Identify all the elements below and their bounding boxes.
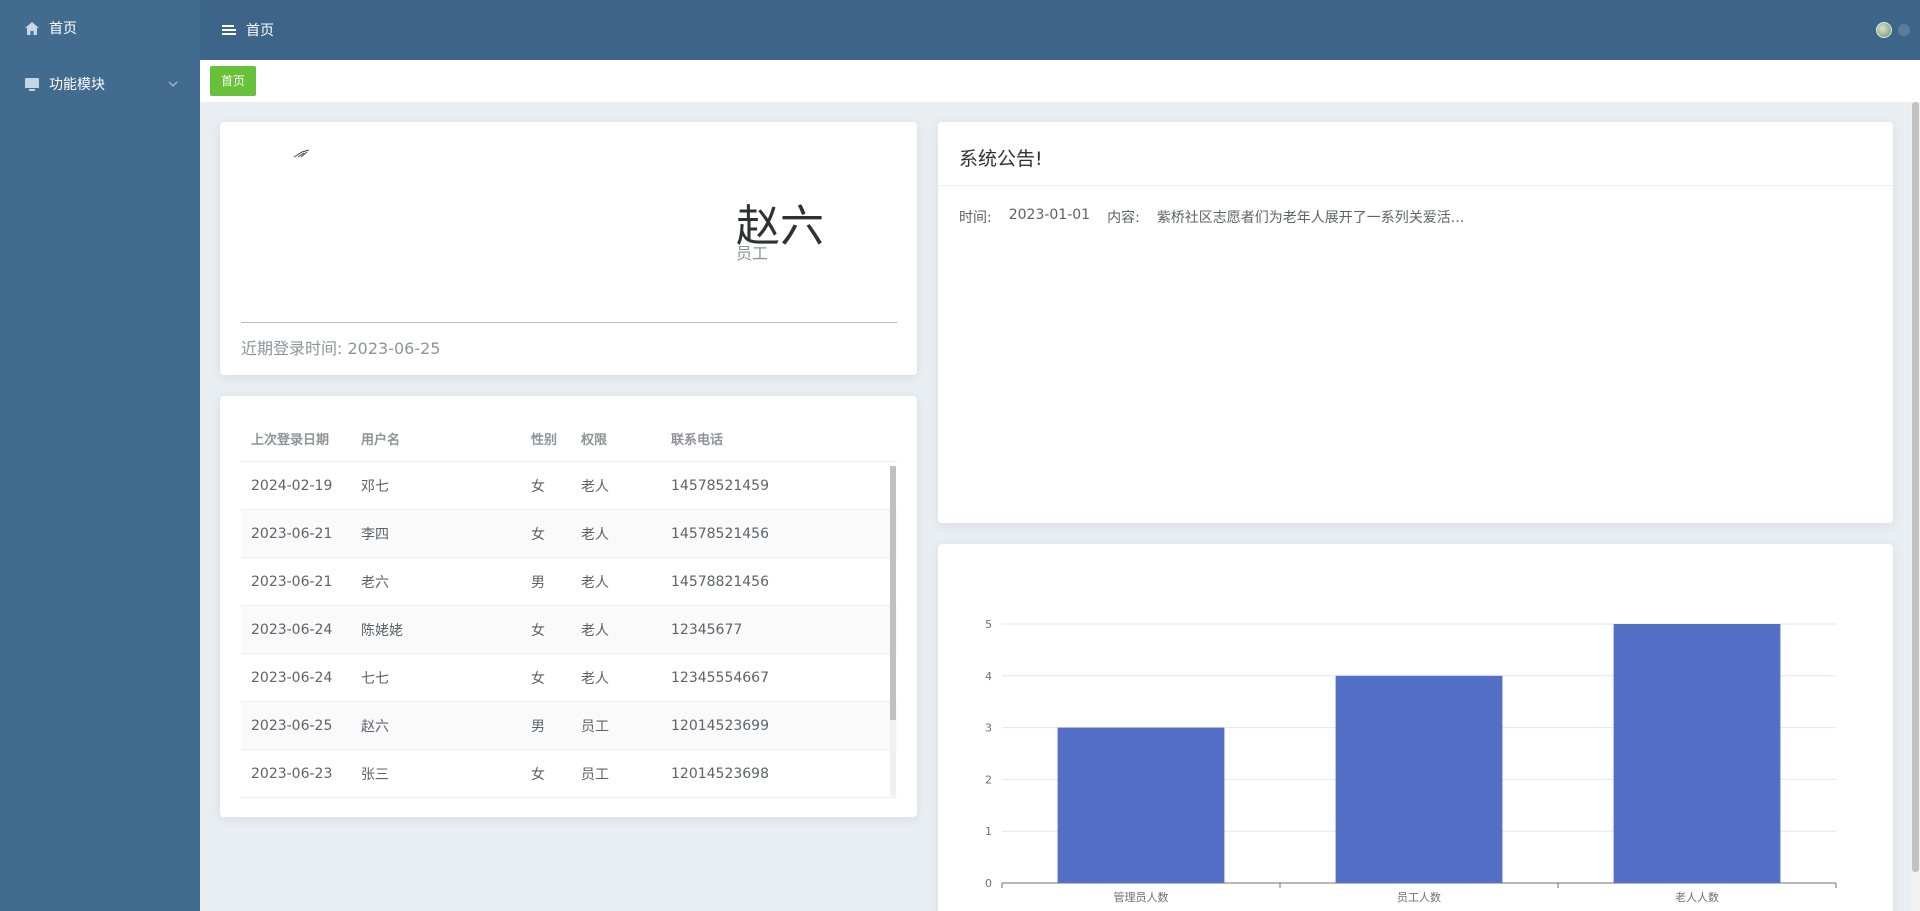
table-row[interactable]: 2023-06-21 李四 女 老人 14578521456 — [241, 510, 897, 558]
notice-content: 紫桥社区志愿者们为老年人展开了一系列关爱活... — [1156, 210, 1465, 226]
user-role: 员工 — [736, 244, 769, 263]
table-cell: 李四 — [361, 526, 389, 543]
user-menu-icon[interactable] — [1898, 24, 1910, 36]
table-cell: 张三 — [361, 766, 389, 783]
table-cell: 员工 — [581, 718, 609, 735]
table-cell: 2023-06-21 — [251, 525, 333, 542]
home-icon — [24, 20, 40, 36]
bar — [1335, 675, 1503, 883]
table-row[interactable]: 2023-06-24 七七 女 老人 12345554667 — [241, 654, 897, 702]
table-cell: 老人 — [581, 670, 609, 687]
column-header: 性别 — [531, 433, 558, 448]
table-cell: 老人 — [581, 574, 609, 591]
table-cell: 2023-06-24 — [251, 669, 333, 686]
table-cell: 女 — [531, 478, 545, 495]
notice-title: 系统公告! — [959, 148, 1043, 170]
table-cell: 2023-06-25 — [251, 717, 333, 734]
table-cell: 女 — [531, 670, 545, 687]
table-cell: 七七 — [361, 670, 389, 687]
table-header-row: 上次登录日期 用户名 性别 权限 联系电话 — [241, 416, 897, 462]
table-cell: 老六 — [361, 574, 389, 591]
sidebar-item-modules[interactable]: 功能模块 — [0, 56, 200, 112]
y-tick-label: 0 — [985, 877, 992, 890]
table-cell: 陈姥姥 — [361, 622, 403, 639]
table-cell: 2024-02-19 — [251, 477, 333, 494]
x-tick-label: 管理员人数 — [1114, 890, 1169, 904]
notice-item[interactable]: 时间: 2023-01-01 内容: 紫桥社区志愿者们为老年人展开了一系列关爱活… — [959, 207, 1481, 227]
table-cell: 老人 — [581, 526, 609, 543]
table-cell: 14578521456 — [671, 525, 769, 542]
last-login-time: 近期登录时间: 2023-06-25 — [241, 339, 441, 358]
y-tick-label: 1 — [985, 825, 992, 838]
chevron-down-icon — [168, 79, 178, 90]
sidebar-item-label: 首页 — [49, 21, 77, 37]
notice-time: 2023-01-01 — [1008, 207, 1091, 223]
bar-chart: 0 1 2 3 4 5 管理员人数 员工人数 老人人数 — [985, 618, 1837, 904]
table-cell: 12014523699 — [671, 717, 769, 734]
x-tick-label: 老人人数 — [1675, 891, 1719, 904]
table-cell: 14578521459 — [671, 477, 769, 494]
column-header: 权限 — [581, 433, 608, 448]
notice-card: 系统公告! 时间: 2023-01-01 内容: 紫桥社区志愿者们为老年人展开了… — [938, 122, 1893, 523]
table-row[interactable]: 2023-06-21 老六 男 老人 14578821456 — [241, 558, 897, 606]
column-header: 用户名 — [361, 433, 401, 448]
table-cell: 老人 — [581, 478, 609, 495]
sidebar-item-home[interactable]: 首页 — [0, 0, 200, 56]
table-cell: 2023-06-21 — [251, 573, 333, 590]
table-cell: 12345677 — [671, 621, 743, 638]
table-cell: 男 — [531, 718, 545, 735]
bar — [1613, 624, 1781, 883]
table-cell: 男 — [531, 574, 545, 591]
sidebar: 首页 功能模块 — [0, 0, 200, 911]
table-scrollbar[interactable] — [890, 466, 896, 796]
users-table-card: 上次登录日期 用户名 性别 权限 联系电话 2024-02-19 邓七女老人 145… — [220, 396, 917, 817]
table-row[interactable]: 2024-02-19 邓七 女 老人 14578521459 — [241, 462, 897, 510]
y-tick-label: 4 — [985, 670, 992, 683]
x-tick-label: 员工人数 — [1397, 891, 1441, 904]
table-row[interactable]: 2023-06-23 张三 女 员工 12014523698 — [241, 750, 897, 798]
page-scrollbar[interactable] — [1911, 102, 1920, 911]
table-row[interactable]: 2023-06-24 陈姥姥 女 老人 12345677 — [241, 606, 897, 654]
users-table: 上次登录日期 用户名 性别 权限 联系电话 2024-02-19 邓七女老人 145… — [241, 416, 897, 798]
column-header: 联系电话 — [671, 433, 724, 448]
profile-card: 赵六 员工 近期登录时间: 2023-06-25 — [220, 122, 917, 375]
table-cell: 女 — [531, 766, 545, 783]
divider — [241, 322, 897, 323]
notice-time-label: 时间: — [959, 210, 992, 226]
tabs-bar: 首页 — [200, 60, 1920, 102]
tab-home[interactable]: 首页 — [210, 66, 257, 96]
table-cell: 12014523698 — [671, 765, 769, 782]
top-header: 首页 — [200, 0, 1920, 60]
sidebar-item-label: 功能模块 — [49, 77, 105, 93]
table-cell: 女 — [531, 622, 545, 639]
table-cell: 2023-06-23 — [251, 765, 333, 782]
table-cell: 老人 — [581, 622, 609, 639]
menu-toggle-icon[interactable] — [222, 23, 236, 37]
table-cell: 2023-06-24 — [251, 621, 333, 638]
table-cell: 赵六 — [361, 718, 389, 735]
header-title: 首页 — [246, 23, 274, 39]
chart-card: 0 1 2 3 4 5 管理员人数 员工人数 老人人数 — [938, 544, 1893, 911]
monitor-icon — [24, 76, 40, 92]
bar — [1057, 727, 1225, 883]
table-cell: 邓七 — [361, 478, 389, 495]
avatar[interactable] — [1876, 22, 1892, 38]
column-header: 上次登录日期 — [251, 433, 330, 448]
divider — [938, 185, 1893, 186]
table-cell: 员工 — [581, 766, 609, 783]
user-photo — [292, 148, 312, 162]
y-tick-label: 5 — [985, 618, 992, 631]
table-cell: 12345554667 — [671, 669, 769, 686]
table-cell: 女 — [531, 526, 545, 543]
y-tick-label: 3 — [985, 722, 992, 735]
table-row[interactable]: 2023-06-25 赵六 男 员工 12014523699 — [241, 702, 897, 750]
y-tick-label: 2 — [985, 773, 992, 786]
notice-content-label: 内容: — [1107, 210, 1140, 226]
table-cell: 14578821456 — [671, 573, 769, 590]
